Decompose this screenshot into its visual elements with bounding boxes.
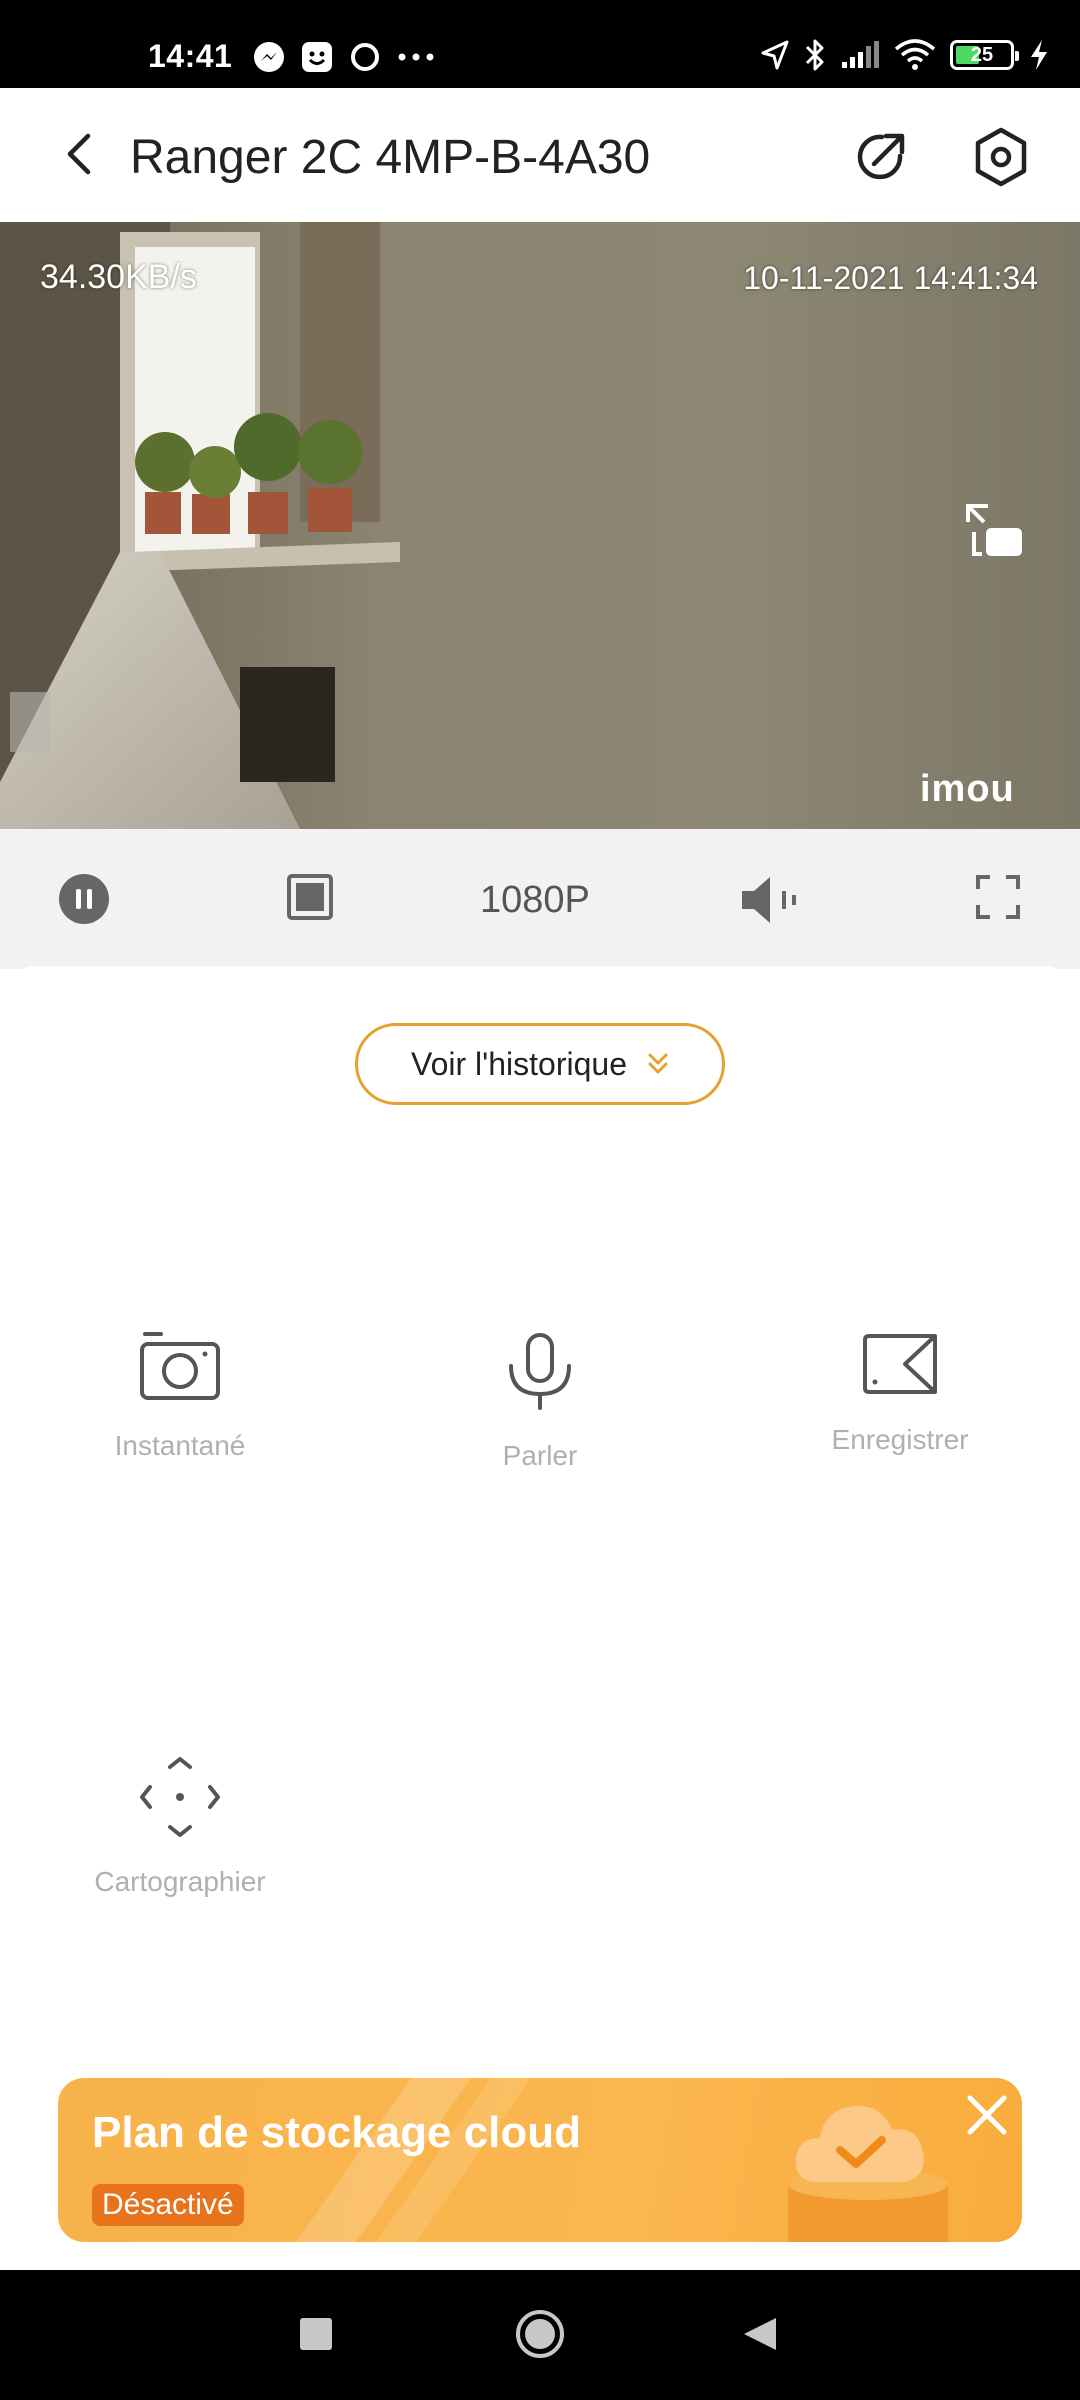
status-left-icons: [252, 40, 436, 74]
back-triangle-icon[interactable]: [740, 2314, 780, 2354]
video-timestamp: 10-11-2021 14:41:34: [743, 260, 1038, 296]
home-circle-icon[interactable]: [514, 2308, 566, 2360]
map-label: Cartographier: [94, 1866, 266, 1897]
content-panel: Voir l'historique Instantané Parler Enre…: [0, 966, 1080, 2270]
video-scene: [0, 222, 1080, 829]
wifi-icon: [894, 39, 936, 70]
view-history-label: Voir l'historique: [411, 1045, 627, 1082]
cloud-storage-banner[interactable]: Plan de stockage cloud Désactivé: [58, 2078, 1022, 2242]
record-button[interactable]: Enregistrer: [770, 1332, 1030, 1456]
pause-icon[interactable]: [58, 873, 110, 925]
record-label: Enregistrer: [831, 1424, 969, 1455]
screen-rotate-icon[interactable]: [962, 500, 1028, 562]
chevron-double-down-icon: [648, 1053, 668, 1074]
view-history-button[interactable]: Voir l'historique: [355, 1023, 725, 1105]
system-nav-bar: [0, 2270, 1080, 2400]
bitrate-readout: 34.30KB/s: [40, 258, 197, 296]
back-arrow-icon[interactable]: [56, 128, 108, 180]
microphone-icon: [509, 1333, 571, 1410]
app-header: Ranger 2C 4MP-B-4A30: [0, 88, 1080, 222]
snapshot-button[interactable]: Instantané: [50, 1332, 310, 1462]
camera-icon: [140, 1332, 220, 1400]
stop-icon[interactable]: [286, 873, 334, 921]
more-dots-icon: [398, 53, 434, 61]
share-icon[interactable]: [852, 128, 910, 186]
close-icon[interactable]: [964, 2092, 1010, 2138]
talk-label: Parler: [502, 1440, 578, 1471]
battery-icon: 25: [950, 40, 1019, 70]
status-time: 14:41: [148, 38, 233, 74]
talk-button[interactable]: Parler: [410, 1332, 670, 1472]
map-button[interactable]: Cartographier: [50, 1756, 310, 1898]
app-face-icon: [302, 42, 332, 72]
camera-video-feed[interactable]: 34.30KB/s 10-11-2021 14:41:34 imou: [0, 222, 1080, 829]
resolution-selector[interactable]: 1080P: [480, 879, 590, 922]
status-badge: Désactivé: [92, 2184, 244, 2226]
page-title: Ranger 2C 4MP-B-4A30: [130, 131, 651, 184]
video-record-icon: [863, 1334, 937, 1394]
messenger-icon: [254, 42, 284, 72]
banner-title: Plan de stockage cloud: [92, 2108, 582, 2157]
settings-gear-icon[interactable]: [970, 126, 1032, 188]
fullscreen-icon[interactable]: [974, 873, 1022, 921]
signal-icon: [842, 41, 879, 68]
battery-level: 25: [970, 43, 994, 66]
imou-watermark: imou: [920, 768, 1015, 810]
bluetooth-icon: [805, 39, 824, 71]
ptz-directions-icon: [140, 1757, 220, 1837]
charging-icon: [1031, 40, 1047, 70]
volume-muted-icon[interactable]: [738, 873, 802, 927]
circle-app-icon: [351, 43, 379, 71]
location-icon: [761, 40, 789, 70]
video-control-bar: 1080P: [0, 829, 1080, 969]
status-right-icons: 25: [760, 38, 1050, 72]
snapshot-label: Instantané: [114, 1430, 246, 1461]
recents-square-icon[interactable]: [298, 2316, 334, 2352]
status-bar: 14:41 25: [0, 0, 1080, 88]
cloud-check-icon: [788, 2105, 948, 2242]
